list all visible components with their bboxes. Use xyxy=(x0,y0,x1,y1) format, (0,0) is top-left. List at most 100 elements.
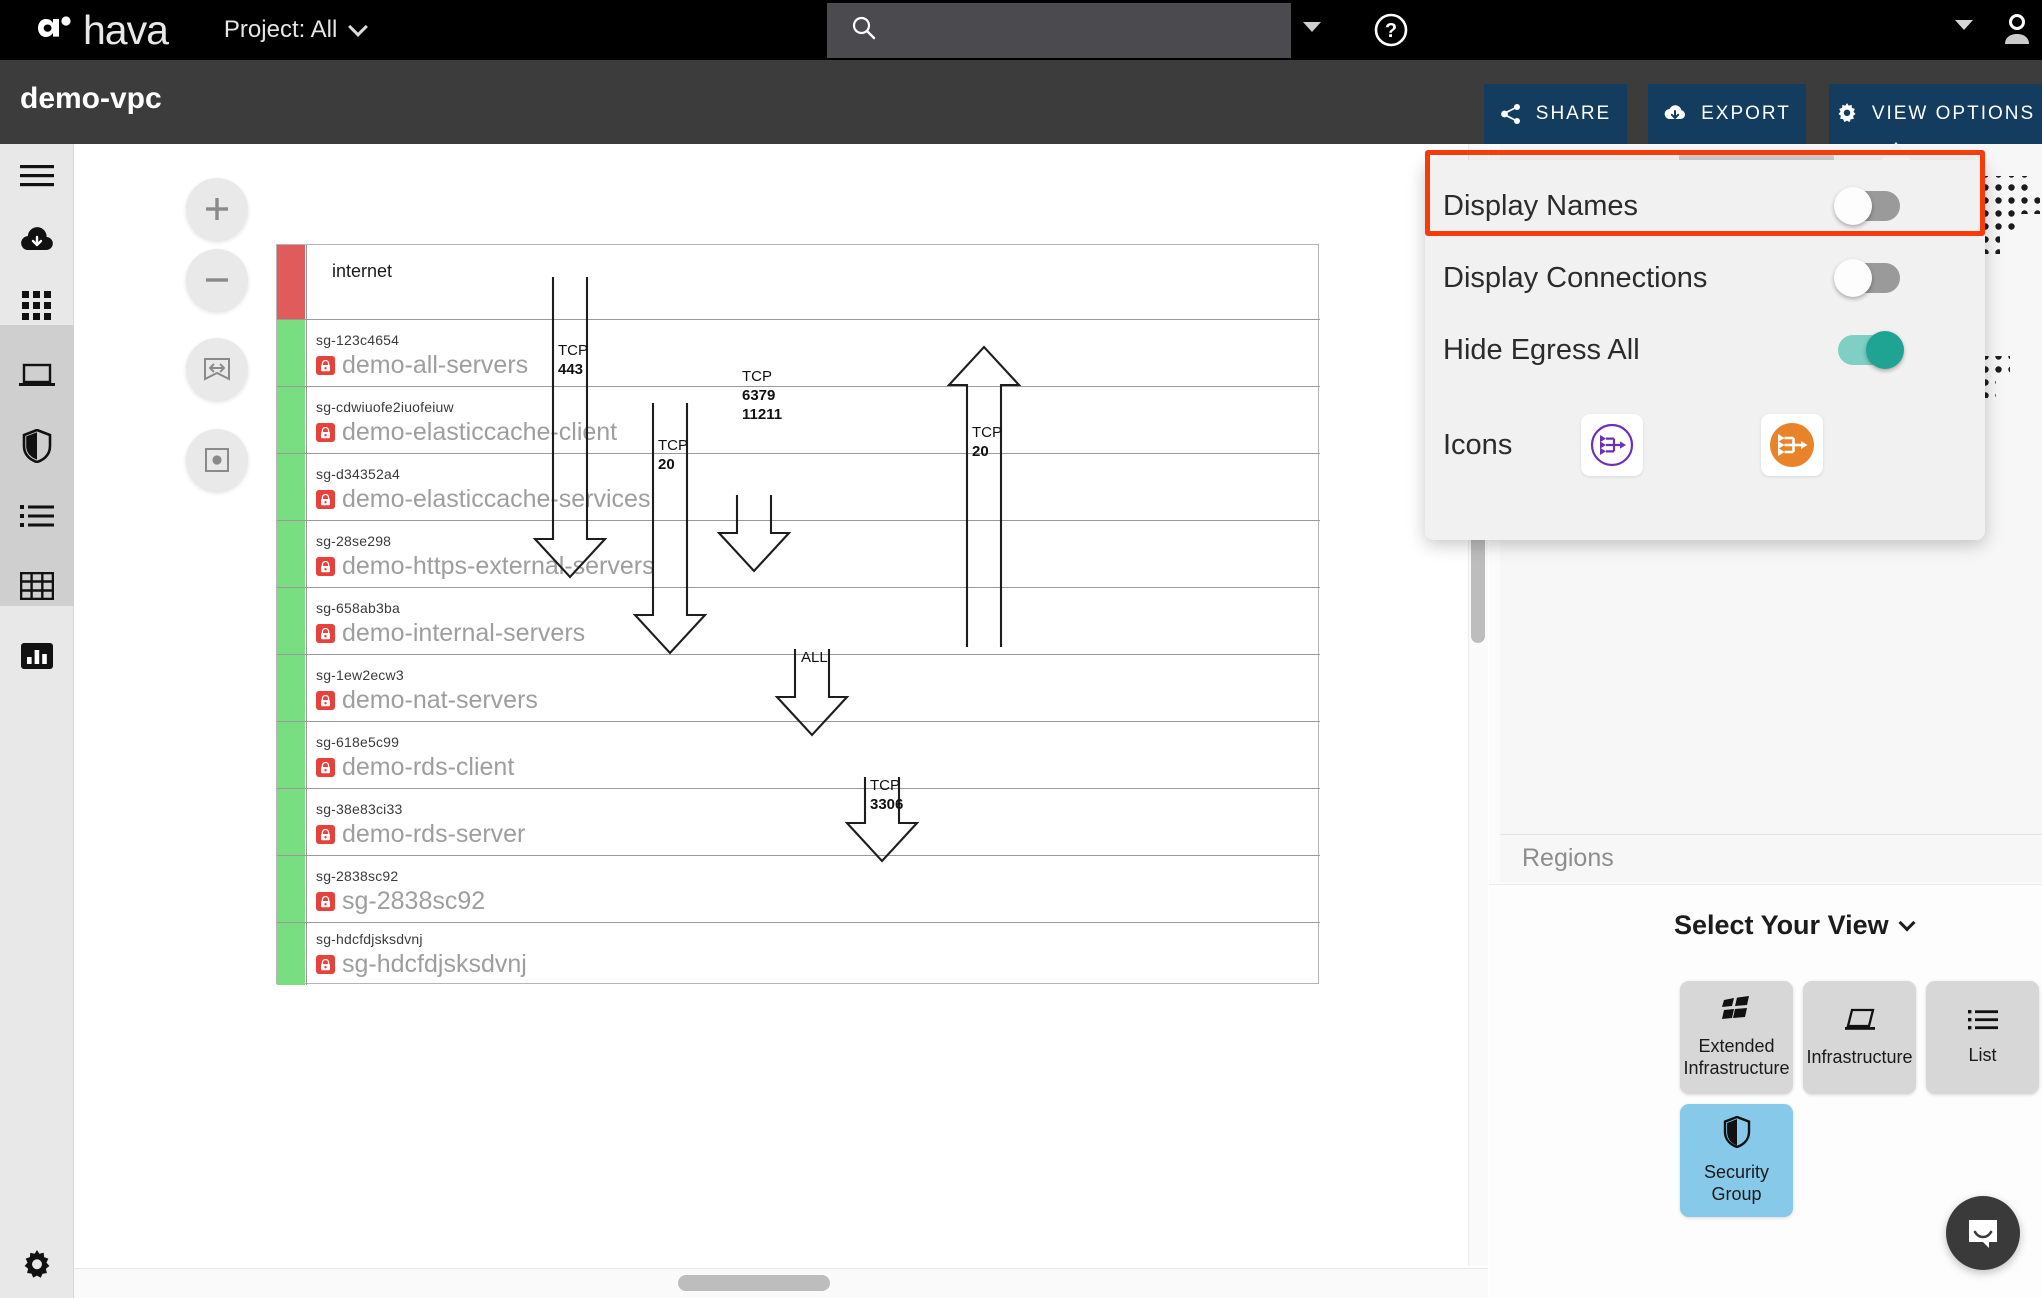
diagram-lane-sg[interactable]: sg-2838sc92 sg-2838sc92 xyxy=(277,856,1320,923)
view-options-button-label: VIEW OPTIONS xyxy=(1871,103,2036,124)
arrow-label-tcp-20-up: TCP 20 xyxy=(972,424,1002,461)
sg-id: sg-1ew2ecw3 xyxy=(316,667,404,683)
zoom-in-button[interactable] xyxy=(186,178,248,240)
sidebar-item-infrastructure[interactable] xyxy=(0,344,74,408)
diagram-lane-sg[interactable]: sg-hdcfdjsksdvnj sg-hdcfdjsksdvnj xyxy=(277,923,1320,985)
grid-dots-icon xyxy=(22,291,51,320)
canvas-horizontal-scrollbar-thumb[interactable] xyxy=(678,1275,830,1291)
lane-color-bar xyxy=(277,454,305,520)
sg-name-row: demo-rds-server xyxy=(316,820,525,849)
sidebar-item-list[interactable] xyxy=(0,484,74,548)
sg-name-row: sg-hdcfdjsksdvnj xyxy=(316,950,527,979)
view-card-extended-infrastructure[interactable]: Extended Infrastructure xyxy=(1680,981,1793,1094)
share-button-label: SHARE xyxy=(1535,103,1612,124)
project-selector[interactable]: Project: All xyxy=(223,16,369,44)
brand-name: hava xyxy=(83,6,169,53)
export-button[interactable]: EXPORT xyxy=(1648,84,1806,144)
sidebar-item-settings[interactable] xyxy=(0,1234,74,1298)
toggle-knob xyxy=(1866,331,1904,369)
view-option-icons: Icons xyxy=(1425,390,1985,500)
sidebar-item-reports[interactable] xyxy=(0,624,74,688)
table-icon xyxy=(20,572,54,600)
help-circle-icon[interactable]: ? xyxy=(1370,9,1412,56)
export-button-label: EXPORT xyxy=(1701,103,1791,124)
regions-bar[interactable]: Regions xyxy=(1500,834,2042,882)
list-icon xyxy=(1967,1009,1998,1036)
diagram-lane-sg[interactable]: sg-1ew2ecw3 demo-nat-servers xyxy=(277,655,1320,722)
lock-icon xyxy=(316,825,335,844)
diagram-canvas[interactable]: internet sg-123c4654 demo-all-servers sg… xyxy=(74,144,1488,1298)
sg-name: demo-elasticcache-services xyxy=(342,485,651,513)
sidebar-item-security[interactable] xyxy=(0,414,74,478)
intercom-chat-button[interactable] xyxy=(1946,1196,2020,1270)
lane-color-bar xyxy=(277,655,305,721)
avatar[interactable] xyxy=(2000,12,2034,51)
view-card-security-group[interactable]: Security Group xyxy=(1680,1104,1793,1217)
view-options-panel[interactable]: Display Names Display Connections Hide E… xyxy=(1425,160,1985,540)
lane-color-bar xyxy=(277,387,305,453)
diagram-lane-sg[interactable]: sg-d34352a4 demo-elasticcache-services xyxy=(277,454,1320,521)
hide-egress-all-toggle[interactable] xyxy=(1838,331,1904,369)
view-card-infrastructure[interactable]: Infrastructure xyxy=(1803,981,1916,1094)
brand-logo[interactable]: hava xyxy=(36,6,169,53)
lane-color-bar xyxy=(277,521,305,587)
sidebar-item-menu[interactable] xyxy=(0,144,74,208)
sg-name: demo-all-servers xyxy=(342,351,529,379)
share-icon xyxy=(1500,104,1520,124)
select-your-view-title[interactable]: Select Your View xyxy=(1674,910,1916,941)
sidebar-item-import[interactable] xyxy=(0,209,74,273)
view-options-button[interactable]: VIEW OPTIONS xyxy=(1829,84,2042,144)
gear-icon xyxy=(1838,103,1856,123)
lock-icon xyxy=(316,892,335,911)
arrow-label-tcp-20-down: TCP 20 xyxy=(658,437,688,474)
sg-name: sg-2838sc92 xyxy=(342,887,486,915)
diagram-lane-sg[interactable]: sg-123c4654 demo-all-servers xyxy=(277,320,1320,387)
sg-name-row: sg-2838sc92 xyxy=(316,887,485,916)
user-menu-caret[interactable] xyxy=(1955,20,1973,30)
diagram-lane-sg[interactable]: sg-cdwiuofe2iuofeiuw demo-elasticcache-c… xyxy=(277,387,1320,454)
center-button[interactable] xyxy=(186,429,248,491)
display-connections-toggle[interactable] xyxy=(1834,259,1900,297)
sg-id: sg-618e5c99 xyxy=(316,734,400,750)
lane-color-bar xyxy=(277,722,305,788)
zoom-out-button[interactable] xyxy=(186,249,248,311)
diagram-lane-sg[interactable]: sg-658ab3ba demo-internal-servers xyxy=(277,588,1320,655)
laptop-icon xyxy=(19,363,55,386)
view-option-display-connections[interactable]: Display Connections xyxy=(1425,242,1985,314)
view-option-display-names[interactable]: Display Names xyxy=(1425,170,1985,242)
project-selector-label: Project: All xyxy=(223,16,338,43)
search-dropdown-caret[interactable] xyxy=(1303,22,1321,32)
chat-bubble-icon xyxy=(1969,1220,1997,1248)
search-input[interactable] xyxy=(877,19,1291,42)
lane-color-bar xyxy=(277,856,305,922)
share-button[interactable]: SHARE xyxy=(1484,84,1627,144)
lock-icon xyxy=(316,955,335,974)
svg-text:?: ? xyxy=(1385,20,1397,42)
diagram-lane-sg[interactable]: sg-618e5c99 demo-rds-client xyxy=(277,722,1320,789)
sidebar-item-table[interactable] xyxy=(0,554,74,618)
view-card-label: Security Group xyxy=(1703,1162,1770,1204)
security-group-diagram[interactable]: internet sg-123c4654 demo-all-servers sg… xyxy=(276,244,1320,985)
sidebar-item-apps[interactable] xyxy=(0,274,74,338)
sg-id: sg-hdcfdjsksdvnj xyxy=(316,931,423,947)
lane-color-bar xyxy=(277,245,305,319)
hava-logo-icon xyxy=(38,16,71,37)
sg-name-row: demo-elasticcache-services xyxy=(316,485,650,514)
aws-security-group-icon[interactable] xyxy=(1761,414,1823,476)
diagram-lane-internet[interactable]: internet xyxy=(277,245,1320,320)
sg-name: demo-elasticcache-client xyxy=(342,418,618,446)
lane-body: sg-28se298 demo-https-external-servers xyxy=(306,521,1320,587)
lane-color-bar xyxy=(277,588,305,654)
fit-width-button[interactable] xyxy=(186,338,248,400)
lane-body: sg-658ab3ba demo-internal-servers xyxy=(306,588,1320,654)
lock-icon xyxy=(316,490,335,509)
display-names-toggle[interactable] xyxy=(1834,187,1900,225)
global-search[interactable] xyxy=(827,3,1291,58)
diagram-lane-sg[interactable]: sg-28se298 demo-https-external-servers xyxy=(277,521,1320,588)
view-card-list[interactable]: List xyxy=(1926,981,2039,1094)
sg-name: demo-rds-client xyxy=(342,753,515,781)
diagram-lane-sg[interactable]: sg-38e83ci33 demo-rds-server xyxy=(277,789,1320,856)
view-option-hide-egress-all[interactable]: Hide Egress All xyxy=(1425,314,1985,386)
azure-network-security-group-icon[interactable] xyxy=(1581,414,1643,476)
windows-tiles-icon xyxy=(1721,996,1752,1027)
